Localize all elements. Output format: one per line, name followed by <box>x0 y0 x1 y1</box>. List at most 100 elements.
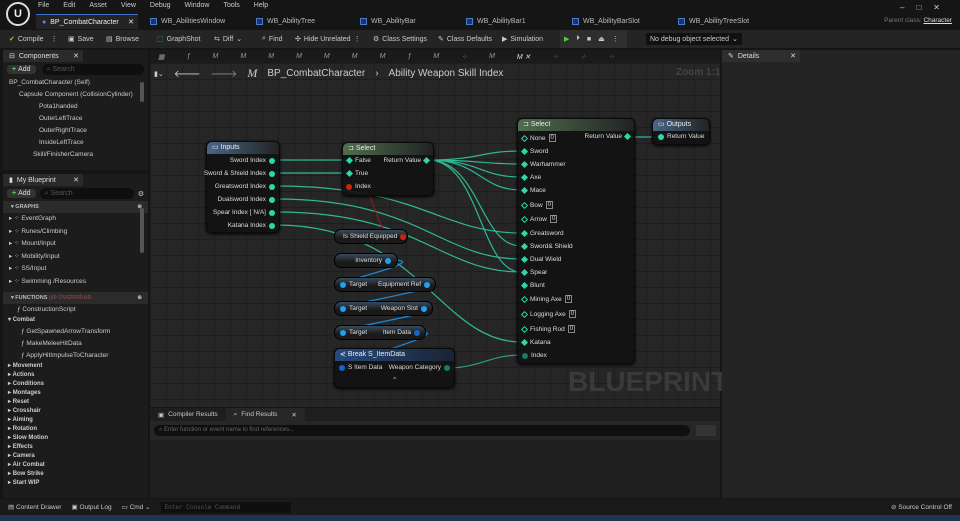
get-weapon-slot-node[interactable]: Target Weapon Slot <box>334 301 433 316</box>
label: Bow <box>530 201 543 209</box>
wire <box>446 354 522 369</box>
label: None <box>530 134 546 142</box>
select-node-bool[interactable]: ⊐ Select False True Index Return Value <box>342 142 434 196</box>
label: Logging Axe <box>530 310 566 318</box>
break-item-data-node[interactable]: ⋞ Break S_ItemData S Item Data Weapon Ca… <box>334 348 455 388</box>
pin-index[interactable]: Index <box>346 183 371 190</box>
pencil-icon: ✎ <box>728 53 734 60</box>
label: Katana Index <box>227 222 266 229</box>
pin-icon <box>520 281 529 290</box>
pin-dot-icon <box>269 183 275 190</box>
content-drawer-button[interactable]: ▤ Content Drawer <box>8 503 61 511</box>
label: Katana <box>530 339 551 346</box>
pin-icon <box>520 201 529 209</box>
input-pin[interactable]: Katana Index <box>228 222 275 229</box>
console-input[interactable]: Enter Console Command <box>160 501 291 513</box>
label: Dualsword Index <box>217 196 266 203</box>
inputs-node[interactable]: ▭ Inputs Sword Index Sword & Shield Index… <box>204 141 280 233</box>
label: Spear <box>530 269 548 276</box>
label: Spear Index [ N/A] <box>212 209 266 216</box>
label: Sword & Shield Index <box>203 170 266 177</box>
pin-return-value[interactable]: Return Value <box>384 156 431 165</box>
label: Arrow <box>530 215 547 223</box>
option-value-input[interactable]: 0 <box>548 134 556 142</box>
pin-weapon-category[interactable]: Weapon Category <box>389 364 450 371</box>
pin-dot-icon <box>269 157 275 164</box>
expand-icon[interactable]: ⌃ <box>392 376 397 384</box>
pin-icon <box>520 338 529 347</box>
select-option-pin[interactable]: Logging Axe 0 <box>520 310 577 318</box>
input-pin[interactable]: Sword & Shield Index <box>204 170 275 177</box>
pin-icon <box>520 229 529 238</box>
pin-dot-icon <box>269 209 275 216</box>
pin-return-value[interactable]: Return Value <box>658 133 704 140</box>
label: Sword <box>530 148 549 155</box>
pin-dot-icon <box>269 170 275 177</box>
find-references-input[interactable]: ⌕ Enter function or event name to find r… <box>154 425 690 436</box>
pin-icon <box>522 352 528 359</box>
pin-false[interactable]: False <box>345 156 371 165</box>
tab-compiler-results[interactable]: ▣ Compiler Results <box>150 411 226 419</box>
select-option-pin[interactable]: Bow 0 <box>520 201 553 209</box>
option-value-input[interactable]: 0 <box>564 295 573 303</box>
details-panel: ✎ Details ✕ <box>722 50 960 498</box>
pin-icon <box>520 268 529 277</box>
select-option-pin[interactable]: Mace <box>520 186 546 195</box>
select-option-pin[interactable]: Index <box>522 352 547 359</box>
option-value-input[interactable]: 0 <box>568 310 577 318</box>
select-option-pin[interactable]: Fishing Rod 0 <box>520 325 576 333</box>
label: Greatsword Index <box>214 183 266 190</box>
select-option-pin[interactable]: Blunt <box>520 281 545 290</box>
select-option-pin[interactable]: Katana <box>520 338 551 347</box>
output-log-button[interactable]: ▣ Output Log <box>71 503 111 511</box>
option-value-input[interactable]: 0 <box>545 201 553 209</box>
input-pin[interactable]: Spear Index [ N/A] <box>213 209 275 216</box>
select-option-pin[interactable]: Warhammer <box>520 160 566 169</box>
select-option-pin[interactable]: Sword <box>520 147 549 156</box>
cmd-button[interactable]: ▭ Cmd ⌄ <box>122 503 151 511</box>
select-option-pin[interactable]: Dual Wield <box>520 255 561 264</box>
wire <box>427 159 522 191</box>
source-control-button[interactable]: ⊘ Source Control Off <box>891 503 952 511</box>
select-option-pin[interactable]: Axe <box>520 173 541 182</box>
input-pin[interactable]: Sword Index <box>230 157 275 164</box>
select-option-pin[interactable]: Greatsword <box>520 229 564 238</box>
tab-find-results[interactable]: ⌕ Find Results ✕ <box>225 408 305 421</box>
close-icon: ✕ <box>291 411 297 419</box>
select-option-pin[interactable]: Mining Axe 0 <box>520 295 573 303</box>
option-value-input[interactable]: 0 <box>567 325 576 333</box>
status-bar: ▤ Content Drawer ▣ Output Log ▭ Cmd ⌄ En… <box>0 499 960 515</box>
pin-icon <box>520 255 529 264</box>
label: Mace <box>530 187 546 194</box>
select-option-pin[interactable]: Spear <box>520 268 548 277</box>
select-option-pin[interactable]: None 0 <box>520 134 556 142</box>
get-item-data-node[interactable]: Target Item Data <box>334 325 426 340</box>
select-option-pin[interactable]: Sword& Shield <box>520 242 573 251</box>
label: Blunt <box>530 282 545 289</box>
select-option-pin[interactable]: Arrow 0 <box>520 215 558 223</box>
label: Sword& Shield <box>530 243 573 250</box>
input-pin[interactable]: Greatsword Index <box>215 183 275 190</box>
find-binoculars-button[interactable] <box>696 425 716 436</box>
pin-return-value[interactable]: Return Value <box>585 132 632 141</box>
pin-s-item-data[interactable]: S Item Data <box>339 364 382 371</box>
pin-icon <box>520 134 529 142</box>
label: Warhammer <box>530 161 566 168</box>
select-node-enum[interactable]: ⊐ Select Return Value None 0 Sword Warhamme… <box>517 118 635 364</box>
inventory-node[interactable]: Inventory <box>334 253 398 268</box>
pin-icon <box>520 242 529 251</box>
results-panel: ▣ Compiler Results ⌕ Find Results ✕ ⌕ Enter… <box>150 408 720 498</box>
pin-icon <box>520 295 529 303</box>
compiler-icon: ▣ <box>158 411 165 419</box>
close-icon[interactable]: ✕ <box>790 52 796 60</box>
is-shield-equipped-node[interactable]: Is Shield Equipped <box>334 229 408 244</box>
input-pin[interactable]: Dualsword Index <box>218 196 275 203</box>
pin-icon <box>520 173 529 182</box>
option-value-input[interactable]: 0 <box>549 215 558 223</box>
label: Index <box>531 352 547 359</box>
pin-dot-icon <box>269 196 275 203</box>
pin-true[interactable]: True <box>345 169 368 178</box>
get-equipment-ref-node[interactable]: Target Equipment Ref <box>334 277 436 292</box>
pin-dot-icon <box>269 222 275 229</box>
outputs-node[interactable]: ▭ Outputs Return Value <box>652 118 710 145</box>
